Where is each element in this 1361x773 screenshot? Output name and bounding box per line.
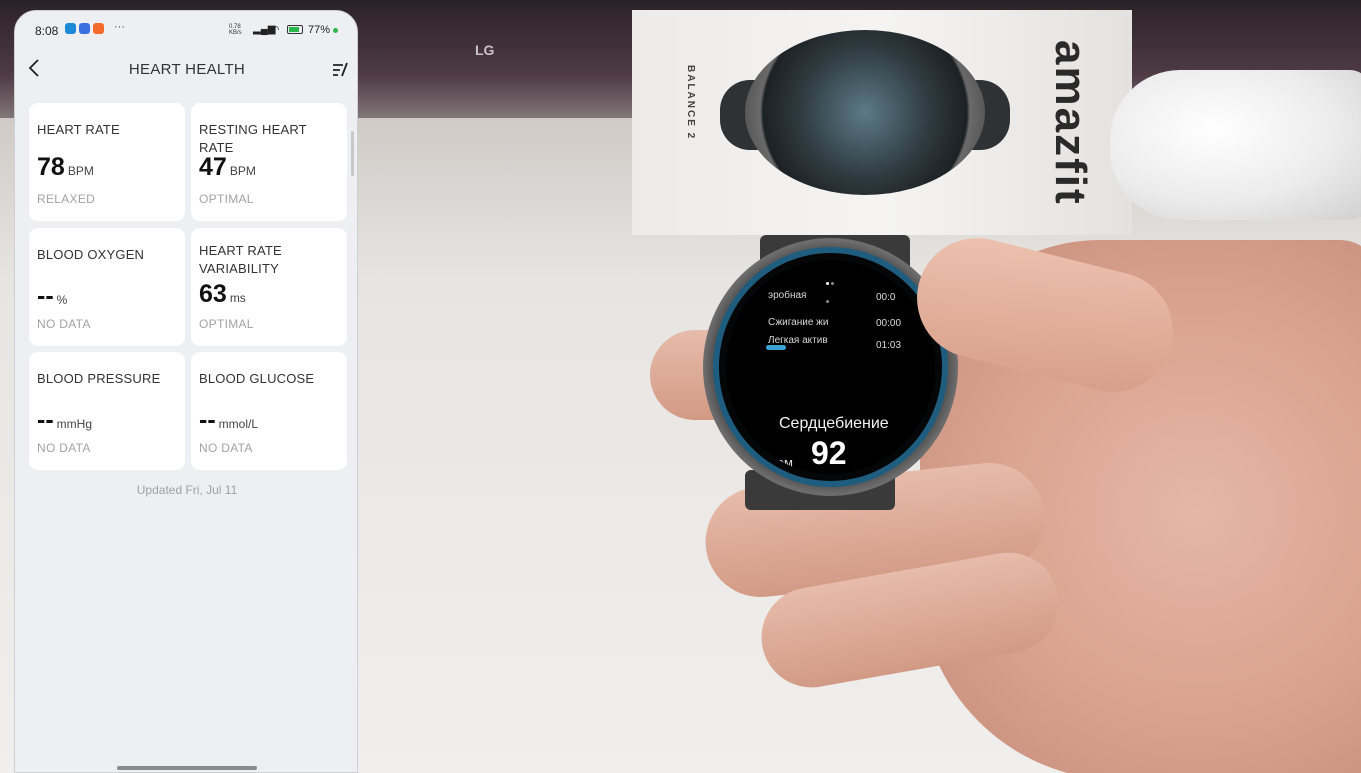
phone-screen: 8:08 ··· 0.78 KB/s ▂▄▆ ◠ 77% HEART HEALT…	[14, 10, 358, 773]
card-value: 63 ms	[199, 280, 246, 308]
card-unit: ms	[229, 291, 246, 305]
back-button[interactable]	[27, 57, 49, 81]
app-header: HEART HEALTH	[15, 51, 357, 87]
zone-progress-bar	[766, 345, 786, 350]
edit-list-icon	[333, 62, 348, 77]
watch-metric-sub: чем	[770, 455, 793, 470]
network-speed: 0.78 KB/s	[229, 24, 242, 36]
card-unit: mmHg	[56, 417, 92, 431]
scrollbar[interactable]	[351, 131, 354, 176]
edit-cards-button[interactable]	[331, 60, 351, 80]
box-model-text: BALANCE 2	[685, 65, 696, 141]
watch-zone-time: 01:03	[876, 340, 902, 351]
status-time: 8:08	[35, 24, 59, 38]
card-unit: BPM	[229, 164, 256, 178]
card-heart-rate[interactable]: HEART RATE 78 BPM RELAXED	[29, 103, 185, 221]
card-unit: mmol/L	[218, 417, 258, 431]
card-value: 78 BPM	[37, 153, 94, 181]
app-notification-icon	[65, 23, 76, 34]
card-unit: %	[56, 293, 68, 307]
status-bar: 8:08 ··· 0.78 KB/s ▂▄▆ ◠ 77%	[15, 11, 357, 45]
card-label: HEART RATE	[37, 122, 120, 137]
charging-indicator-icon	[333, 28, 338, 33]
card-heart-rate-variability[interactable]: HEART RATE VARIABILITY 63 ms OPTIMAL	[191, 228, 347, 346]
card-status: OPTIMAL	[199, 317, 254, 331]
card-value: 47 BPM	[199, 153, 256, 181]
more-notifications-icon: ···	[114, 21, 125, 33]
app-notification-icon	[93, 23, 104, 34]
card-value: -- mmHg	[37, 406, 92, 434]
chevron-left-icon	[28, 59, 39, 77]
watch-heart-rate-value: 92	[811, 435, 847, 471]
card-blood-glucose[interactable]: BLOOD GLUCOSE -- mmol/L NO DATA	[191, 352, 347, 470]
page-title: HEART HEALTH	[128, 61, 246, 78]
card-resting-heart-rate[interactable]: RESTING HEART RATE 47 BPM OPTIMAL	[191, 103, 347, 221]
network-speed-unit: KB/s	[229, 30, 242, 36]
card-value: --%	[37, 282, 68, 310]
card-status: NO DATA	[199, 441, 253, 455]
app-notification-icon	[79, 23, 90, 34]
tv-logo: LG	[475, 42, 495, 58]
watch-zone-name: Сжигание жи	[768, 317, 829, 328]
card-status: NO DATA	[37, 441, 91, 455]
watch-zone-time: 00:0	[876, 292, 896, 303]
card-status: RELAXED	[37, 192, 96, 206]
card-status: OPTIMAL	[199, 192, 254, 206]
battery-icon	[287, 25, 303, 34]
card-label: HEART RATE VARIABILITY	[199, 243, 282, 276]
card-blood-oxygen[interactable]: BLOOD OXYGEN --% NO DATA	[29, 228, 185, 346]
notification-icons	[65, 23, 104, 34]
updated-timestamp: Updated Fri, Jul 11	[136, 483, 238, 497]
wifi-icon: ◠	[270, 24, 280, 36]
battery-percent: 77%	[308, 24, 331, 36]
card-blood-pressure[interactable]: BLOOD PRESSURE -- mmHg NO DATA	[29, 352, 185, 470]
home-indicator[interactable]	[117, 766, 257, 770]
watch-metric-title: Сердцебиение	[779, 415, 889, 432]
computer-mouse	[1110, 70, 1361, 220]
card-status: NO DATA	[37, 317, 91, 331]
card-label: RESTING HEART RATE	[199, 122, 307, 155]
card-value: -- mmol/L	[199, 406, 258, 434]
card-label: BLOOD PRESSURE	[37, 371, 161, 386]
card-label: BLOOD OXYGEN	[37, 247, 145, 262]
card-label: BLOOD GLUCOSE	[199, 371, 315, 386]
box-watch-image	[745, 30, 985, 195]
card-unit: BPM	[67, 164, 94, 178]
watch-zone-time: 00:00	[876, 318, 902, 329]
